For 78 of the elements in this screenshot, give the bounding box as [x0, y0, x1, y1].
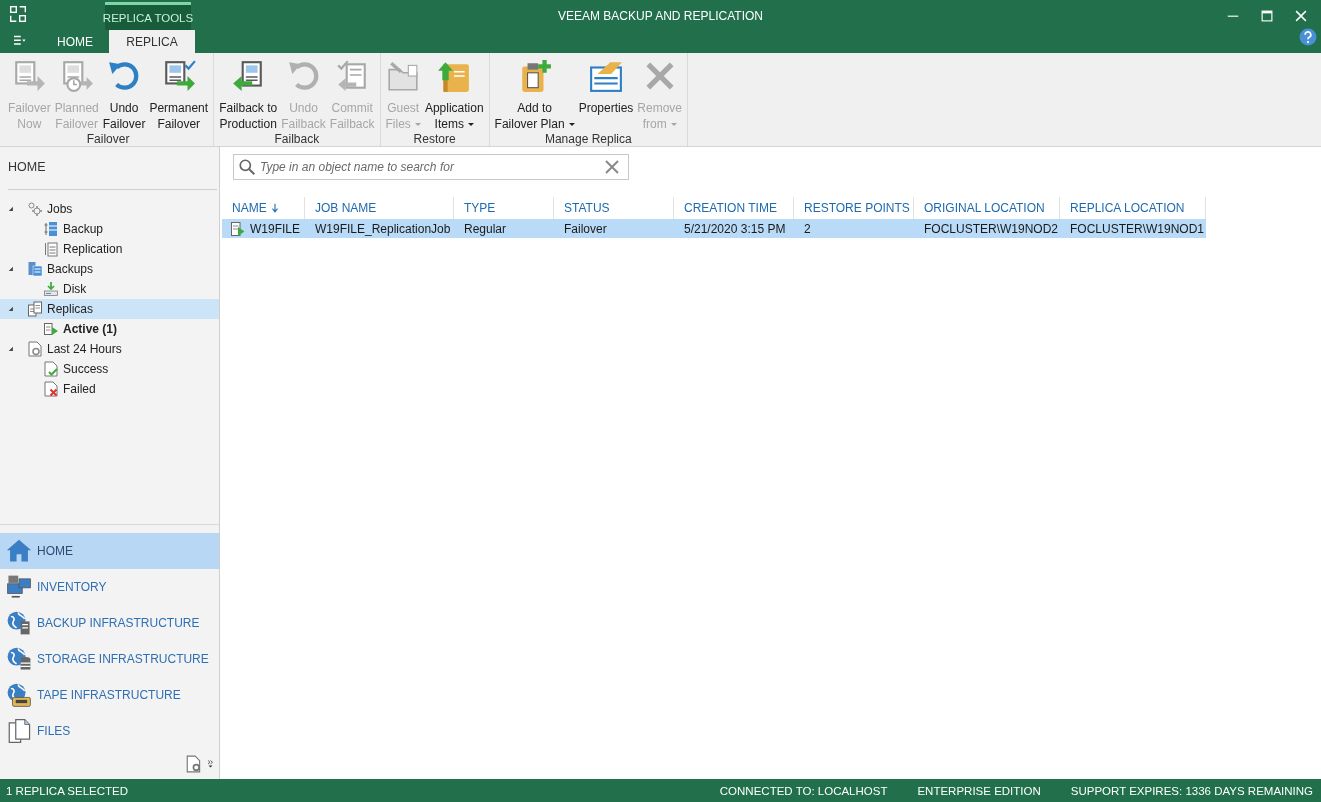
table-cell: W19FILE_ReplicationJob — [315, 221, 451, 236]
table-cell: W19FILE — [250, 221, 300, 236]
home-icon — [6, 538, 32, 564]
backup-infra-icon — [6, 610, 32, 636]
window-title: VEEAM BACKUP AND REPLICATION — [558, 9, 763, 23]
status-text: ENTERPRISE EDITION — [917, 784, 1041, 797]
tree-item[interactable]: Replicas — [0, 299, 219, 319]
application-items-icon — [437, 59, 472, 93]
tree-item[interactable]: Success — [0, 359, 219, 379]
collapse-arrow-icon[interactable] — [8, 206, 14, 212]
collapse-arrow-icon[interactable] — [8, 306, 14, 312]
ribbon-button[interactable]: Properties — [576, 57, 636, 132]
group-label: Manage Replica — [543, 132, 633, 146]
table-cell: 5/21/2020 3:15 PM — [684, 221, 786, 236]
properties-icon — [588, 59, 623, 93]
status-text: CONNECTED TO: LOCALHOST — [719, 784, 888, 797]
group-label: Failback — [273, 132, 321, 146]
status-text: 1 REPLICA SELECTED — [6, 784, 129, 797]
replicas-icon — [27, 301, 43, 317]
tree-item[interactable]: Backups — [0, 259, 219, 279]
files-icon — [6, 718, 32, 744]
table-cell: Failover — [564, 221, 607, 236]
inventory-icon — [6, 574, 32, 600]
table-cell: 2 — [804, 221, 811, 236]
collapse-arrow-icon[interactable] — [8, 346, 14, 352]
group-label: Restore — [412, 132, 457, 146]
backup-job-icon — [43, 221, 59, 237]
help-icon[interactable] — [1299, 28, 1317, 46]
table-cell: Regular — [464, 221, 507, 236]
ribbon-button[interactable]: Failback to Production — [217, 57, 280, 132]
ribbon-button[interactable]: Permanent Failover — [147, 57, 211, 132]
ribbon-button[interactable]: Application Items — [422, 57, 486, 132]
tree-item[interactable]: Failed — [0, 379, 219, 399]
failover-now-icon — [12, 59, 47, 93]
tree-item[interactable]: Last 24 Hours — [0, 339, 219, 359]
clear-icon[interactable] — [604, 159, 620, 175]
collapse-arrow-icon[interactable] — [8, 266, 14, 272]
table-cell: FOCLUSTER\W19NOD1 — [1070, 221, 1205, 236]
group-label: Failover — [85, 132, 131, 146]
jobs-icon — [27, 201, 43, 217]
context-tab-label: REPLICA TOOLS — [105, 2, 191, 30]
table-row[interactable]: W19FILE W19FILE_ReplicationJob Regular Failover 5/21/2020 3:15 PM 2 FOCLUSTER\W19NOD2 FOCLUSTER\W19NOD1 — [222, 219, 1206, 238]
nav-item[interactable]: TAPE INFRASTRUCTURE — [0, 677, 219, 713]
tape-infra-icon — [6, 682, 32, 708]
nav-item[interactable]: STORAGE INFRASTRUCTURE — [0, 641, 219, 677]
ribbon-tab[interactable]: HOME — [41, 30, 109, 53]
tree-item[interactable]: Jobs — [0, 199, 219, 219]
ribbon-button[interactable]: Undo Failover — [100, 57, 148, 132]
tree-item[interactable]: Replication — [0, 239, 219, 259]
status-text: SUPPORT EXPIRES: 1336 DAYS REMAINING — [1070, 784, 1313, 797]
nav-item[interactable]: FILES — [0, 713, 219, 749]
replication-job-icon — [43, 241, 59, 257]
tree-item[interactable]: Active (1) — [0, 319, 219, 339]
undo-icon — [286, 59, 321, 93]
tree-item[interactable]: Disk — [0, 279, 219, 299]
storage-infra-icon — [6, 646, 32, 672]
search-field[interactable]: Type in an object name to search for — [233, 154, 629, 180]
nav-item[interactable]: INVENTORY — [0, 569, 219, 605]
failed-icon — [43, 381, 59, 397]
close-icon[interactable] — [1295, 10, 1307, 22]
app-logo-icon — [9, 5, 27, 23]
replica-vm-icon — [230, 220, 246, 237]
tree-item[interactable]: Backup — [0, 219, 219, 239]
guest-files-icon — [386, 59, 421, 93]
disk-icon — [43, 281, 59, 297]
document-gear-icon[interactable] — [185, 755, 203, 773]
maximize-icon[interactable] — [1261, 10, 1273, 22]
success-icon — [43, 361, 59, 377]
ribbon-tab[interactable]: REPLICA — [109, 30, 195, 53]
search-icon — [238, 158, 256, 176]
table-cell: FOCLUSTER\W19NOD2 — [924, 221, 1059, 236]
ribbon-button[interactable]: Add to Failover Plan — [492, 57, 577, 132]
last24-icon — [27, 341, 43, 357]
panel-title: HOME — [7, 159, 47, 176]
backups-icon — [27, 261, 43, 277]
nav-item[interactable]: BACKUP INFRASTRUCTURE — [0, 605, 219, 641]
nav-item[interactable]: HOME — [0, 533, 219, 569]
active-icon — [43, 321, 59, 337]
